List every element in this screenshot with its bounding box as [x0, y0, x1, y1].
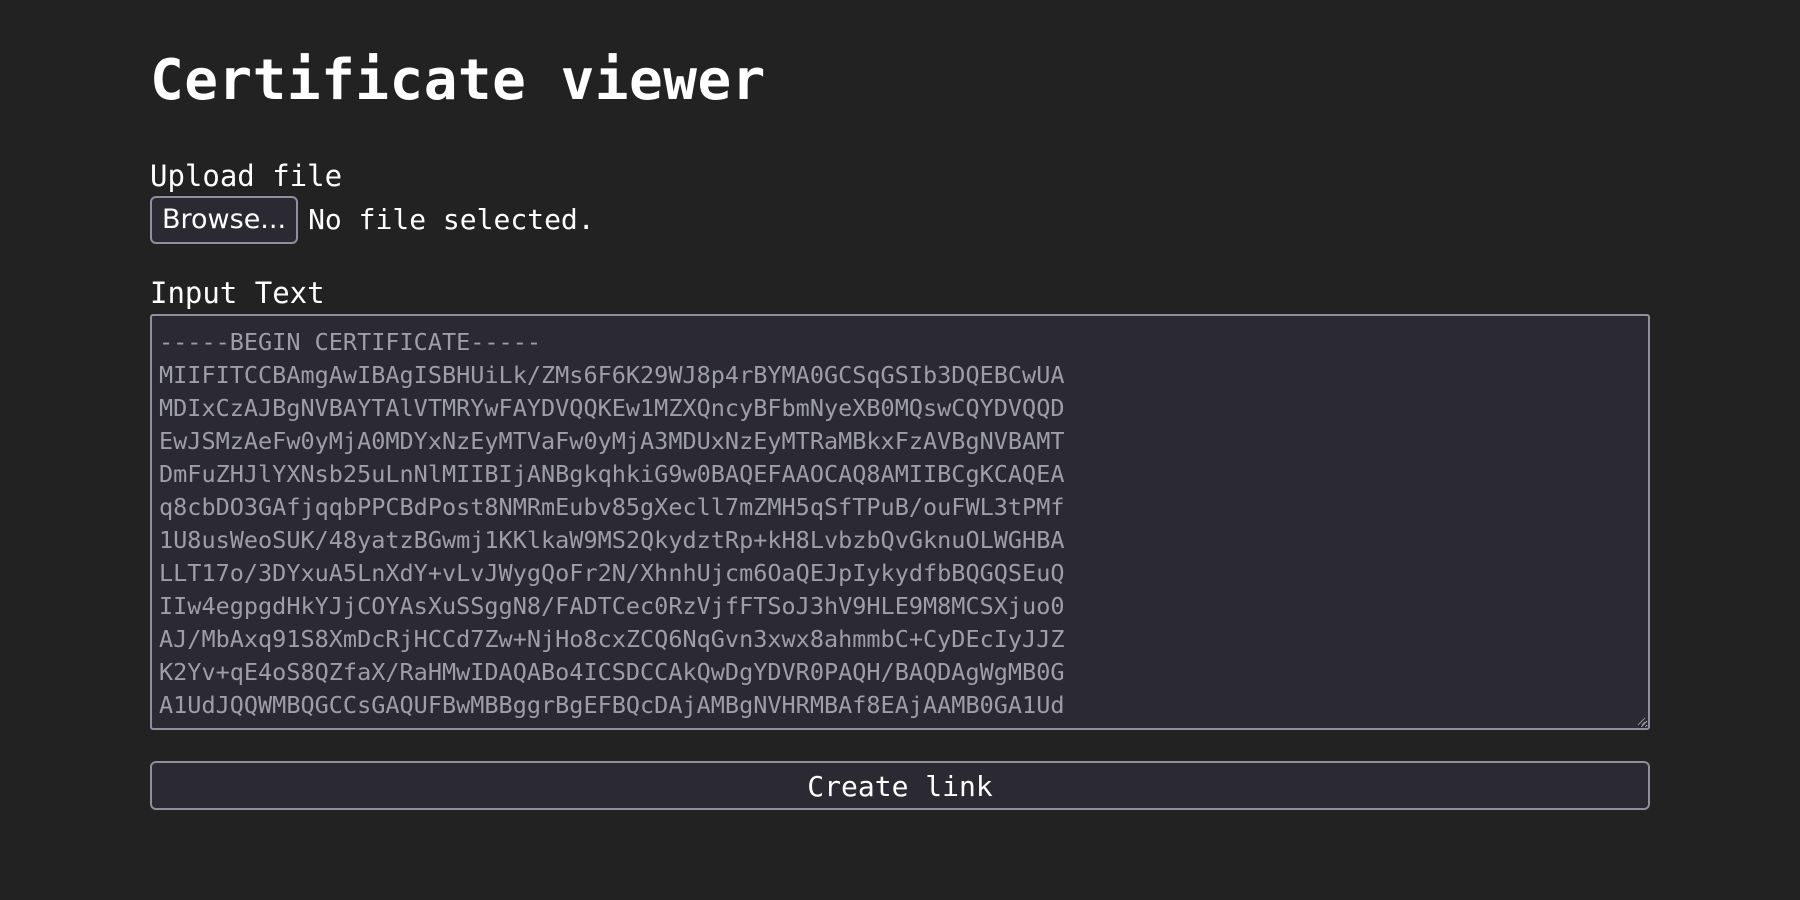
file-input[interactable]: Browse... No file selected.	[150, 196, 595, 244]
certificate-textarea[interactable]: -----BEGIN CERTIFICATE----- MIIFITCCBAmg…	[150, 314, 1650, 730]
file-status-text: No file selected.	[308, 203, 595, 236]
upload-file-label: Upload file	[150, 159, 343, 193]
input-text-label: Input Text	[150, 276, 325, 310]
create-link-button[interactable]: Create link	[150, 761, 1650, 810]
browse-button[interactable]: Browse...	[150, 196, 299, 244]
page-title: Certificate viewer	[150, 48, 766, 113]
page: Certificate viewer Upload file Browse...…	[0, 0, 1800, 900]
